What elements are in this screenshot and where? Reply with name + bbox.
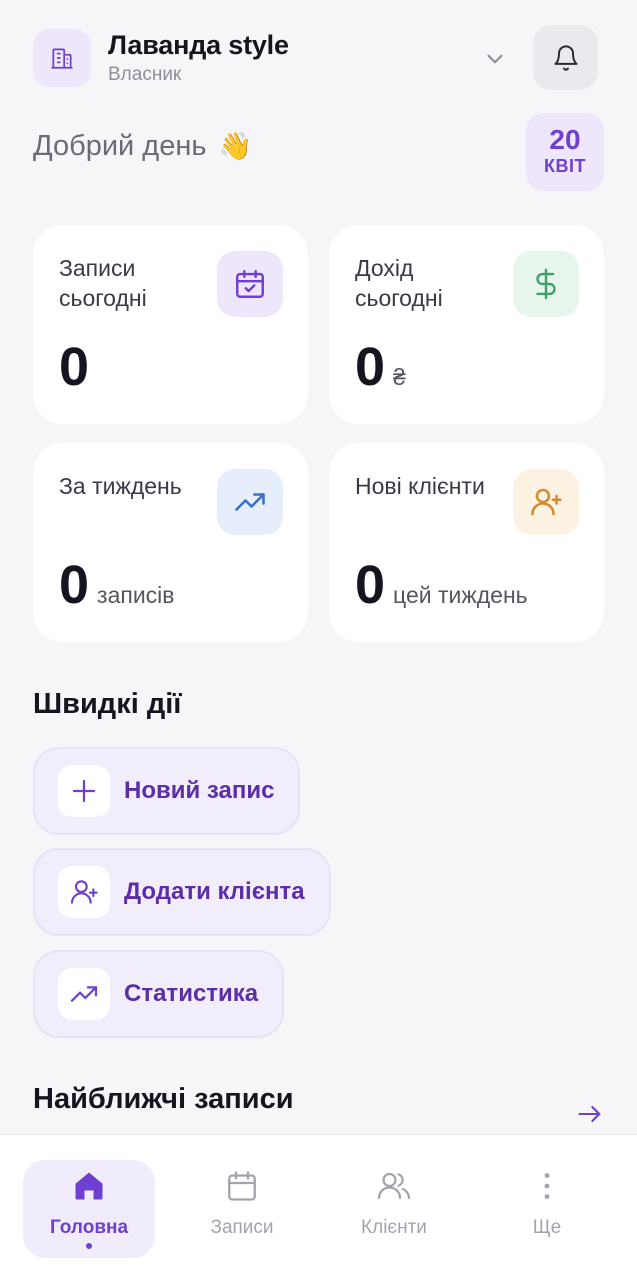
bell-icon xyxy=(554,44,577,71)
nav-label: Головна xyxy=(49,1217,129,1238)
statistics-button[interactable]: Статистика xyxy=(33,950,285,1038)
stat-value: 0 записів xyxy=(59,555,175,615)
nav-label: Записи xyxy=(210,1217,274,1238)
new-appointment-button[interactable]: Новий запис xyxy=(33,747,301,835)
add-client-button[interactable]: Додати клієнта xyxy=(33,848,331,936)
nav-item-more[interactable]: Ще xyxy=(481,1160,613,1258)
stat-card-week[interactable]: За тиждень 0 записів xyxy=(33,443,308,642)
nav-item-home[interactable]: Головна xyxy=(23,1160,155,1258)
nav-label: Клієнти xyxy=(361,1217,427,1238)
stat-label: За тиждень xyxy=(59,473,182,499)
calendar-check-icon xyxy=(217,251,283,317)
stat-label: Дохід сьогодні xyxy=(355,255,443,311)
user-role: Власник xyxy=(108,64,182,85)
stat-value: 0 ₴ xyxy=(355,337,406,397)
nav-label: Ще xyxy=(532,1217,562,1238)
quick-action-label: Новий запис xyxy=(124,777,275,804)
date-day: 20 xyxy=(549,124,581,155)
stat-number: 0 xyxy=(59,555,90,615)
stat-label: Записи сьогодні xyxy=(59,255,147,311)
quick-action-label: Додати клієнта xyxy=(124,878,305,905)
dollar-icon xyxy=(513,251,579,317)
chevron-down-icon[interactable] xyxy=(482,46,508,72)
nav-item-appointments[interactable]: Записи xyxy=(176,1160,308,1258)
stat-unit: цей тиждень xyxy=(393,582,528,608)
stat-value: 0 цей тиждень xyxy=(355,555,528,615)
business-name[interactable]: Лаванда style xyxy=(108,30,289,61)
bottom-navigation: Головна Записи Клієнти Ще xyxy=(0,1135,637,1280)
nav-item-clients[interactable]: Клієнти xyxy=(328,1160,460,1258)
stat-number: 0 xyxy=(355,337,386,397)
user-plus-icon xyxy=(513,469,579,535)
waving-hand-icon: 👋 xyxy=(218,131,253,161)
calendar-icon xyxy=(228,1171,256,1201)
app-header: Лаванда style Власник xyxy=(0,0,637,115)
stat-label: Нові клієнти xyxy=(355,473,485,499)
stat-number: 0 xyxy=(355,555,386,615)
date-month: КВІТ xyxy=(544,156,586,176)
active-indicator-dot xyxy=(86,1243,92,1249)
stat-value: 0 xyxy=(59,337,97,397)
stat-card-appointments-today[interactable]: Записи сьогодні 0 xyxy=(33,225,308,424)
more-vertical-icon xyxy=(544,1173,550,1199)
stat-card-revenue-today[interactable]: Дохід сьогодні 0 ₴ xyxy=(329,225,604,424)
stat-unit: записів xyxy=(97,582,175,608)
trending-up-icon xyxy=(217,469,283,535)
plus-icon xyxy=(58,765,110,817)
users-icon xyxy=(377,1172,411,1200)
home-icon xyxy=(75,1172,103,1200)
greeting-text: Добрий день xyxy=(33,130,207,162)
arrow-right-icon[interactable] xyxy=(576,1100,604,1128)
building-icon[interactable] xyxy=(33,29,91,87)
user-plus-icon xyxy=(58,866,110,918)
trending-up-icon xyxy=(58,968,110,1020)
stat-card-new-clients[interactable]: Нові клієнти 0 цей тиждень xyxy=(329,443,604,642)
quick-action-label: Статистика xyxy=(124,980,259,1007)
stat-number: 0 xyxy=(59,337,90,397)
greeting: Добрий день 👋 xyxy=(33,130,252,163)
quick-actions-title: Швидкі дії xyxy=(33,688,182,720)
notifications-button[interactable] xyxy=(533,25,598,90)
stat-unit: ₴ xyxy=(393,364,406,390)
date-badge: 20 КВІТ xyxy=(526,113,604,191)
upcoming-title: Найближчі записи xyxy=(33,1083,294,1115)
